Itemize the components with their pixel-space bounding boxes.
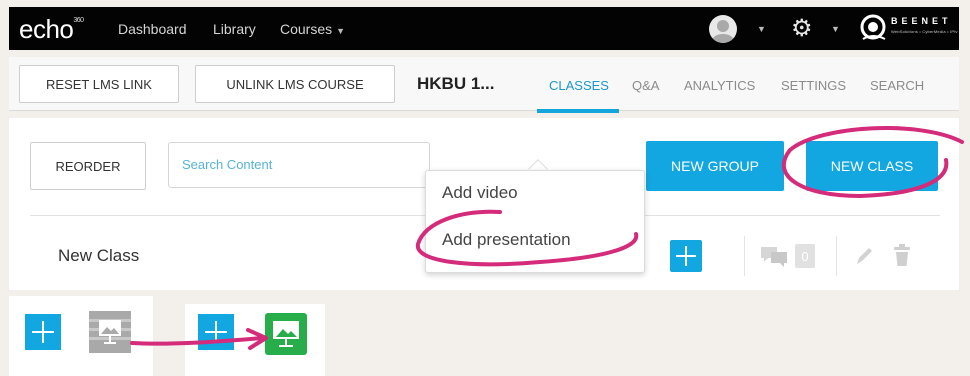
logo-text: echo (19, 14, 74, 44)
tab-classes[interactable]: CLASSES (549, 78, 609, 93)
presentation-icon-gray (89, 311, 131, 353)
brand-wordmark: BEENET (891, 16, 952, 26)
chevron-down-icon[interactable]: ▼ (831, 24, 840, 34)
top-nav-bar: echo360 Dashboard Library Courses ▼ ▼ ⚙ ▼… (9, 7, 959, 50)
nav-link-dashboard[interactable]: Dashboard (118, 21, 187, 37)
comments-icon[interactable] (759, 244, 789, 268)
tab-search[interactable]: SEARCH (870, 78, 924, 93)
logo-superscript: 360 (73, 17, 84, 25)
nav-courses-label: Courses (280, 21, 333, 37)
course-title: HKBU 1... (417, 74, 495, 93)
add-content-button[interactable] (670, 240, 702, 272)
tab-qa[interactable]: Q&A (632, 78, 659, 93)
menu-item-add-video[interactable]: Add video (442, 183, 518, 203)
beenet-mark-icon (860, 14, 886, 40)
search-input[interactable]: Search Content (168, 142, 430, 188)
add-button-icon (198, 314, 234, 350)
trash-icon[interactable] (891, 243, 913, 269)
brand-tagline: WebSolutions • CyberMedia • IPtv (891, 29, 958, 34)
menu-item-add-presentation[interactable]: Add presentation (442, 230, 571, 250)
divider (836, 236, 837, 276)
gear-icon[interactable]: ⚙ (791, 15, 813, 43)
tab-analytics[interactable]: ANALYTICS (684, 78, 755, 93)
comment-count-badge: 0 (795, 244, 815, 268)
chevron-down-icon: ▼ (336, 26, 346, 36)
echo360-logo[interactable]: echo360 (19, 14, 84, 45)
nav-link-courses[interactable]: Courses ▼ (280, 21, 345, 37)
reset-lms-link-button[interactable]: RESET LMS LINK (19, 65, 179, 103)
beenet-logo: BEENET WebSolutions • CyberMedia • IPtv (859, 13, 958, 43)
tab-settings[interactable]: SETTINGS (781, 78, 846, 93)
reorder-button[interactable]: REORDER (30, 142, 146, 190)
chevron-down-icon[interactable]: ▼ (757, 24, 766, 34)
new-group-button[interactable]: NEW GROUP (646, 141, 784, 191)
divider (744, 236, 745, 276)
presentation-icon-green (265, 313, 307, 355)
pencil-icon[interactable] (853, 244, 875, 268)
nav-link-library[interactable]: Library (213, 21, 256, 37)
active-tab-indicator (537, 109, 619, 113)
unlink-lms-course-button[interactable]: UNLINK LMS COURSE (195, 65, 395, 103)
class-row-name: New Class (58, 246, 140, 265)
add-button-icon (25, 314, 61, 350)
new-class-button[interactable]: NEW CLASS (806, 141, 938, 191)
avatar-icon[interactable] (709, 15, 737, 43)
